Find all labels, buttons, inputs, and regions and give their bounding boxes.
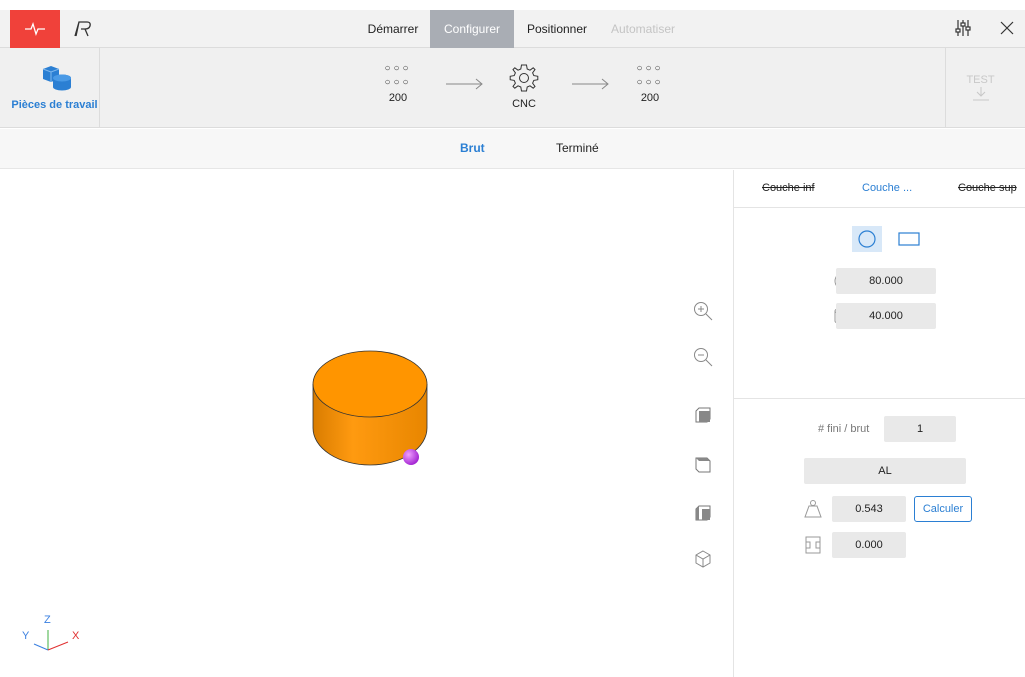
diameter-field[interactable]: 80.000 bbox=[836, 268, 936, 294]
view-top-icon[interactable] bbox=[690, 452, 716, 478]
layer-tabs: Couche inf Couche ... Couche sup bbox=[734, 170, 1025, 208]
weight-field[interactable]: 0.543 bbox=[832, 496, 906, 522]
output-dots-bottom: ○○○ bbox=[636, 77, 664, 88]
arrow-right-icon bbox=[572, 78, 609, 90]
circle-icon bbox=[858, 230, 876, 248]
stock-subtabs: Brut Terminé bbox=[0, 129, 1025, 169]
calculate-button[interactable]: Calculer bbox=[914, 496, 972, 522]
zoom-in-icon[interactable] bbox=[690, 298, 716, 324]
workcell-pipeline: Pièces de travail ○○○ ○○○ 200 CNC ○○○ ○○… bbox=[0, 48, 1025, 128]
input-dots-bottom: ○○○ bbox=[384, 77, 412, 88]
tab-brut[interactable]: Brut bbox=[460, 141, 485, 155]
machine-stage[interactable]: CNC bbox=[494, 62, 554, 110]
input-stage[interactable]: ○○○ ○○○ 200 bbox=[368, 62, 428, 104]
panel-divider bbox=[734, 398, 1025, 399]
sliders-icon[interactable] bbox=[955, 19, 971, 40]
tab-demarrer[interactable]: Démarrer bbox=[356, 10, 430, 48]
count-label: # fini / brut bbox=[818, 423, 870, 435]
layer-top[interactable]: Couche sup bbox=[958, 182, 1017, 194]
tab-termine[interactable]: Terminé bbox=[556, 141, 599, 155]
pulse-button[interactable] bbox=[10, 10, 60, 48]
weight-icon bbox=[802, 498, 824, 520]
view-iso-icon[interactable] bbox=[690, 546, 716, 572]
input-count: 200 bbox=[388, 92, 408, 104]
rectangle-shape-button[interactable] bbox=[894, 226, 924, 252]
tab-positionner[interactable]: Positionner bbox=[514, 10, 600, 48]
layer-bottom[interactable]: Couche inf bbox=[762, 182, 815, 194]
material-select[interactable]: AL bbox=[804, 458, 966, 484]
tab-automatiser: Automatiser bbox=[610, 22, 676, 36]
download-icon bbox=[972, 87, 989, 101]
origin-marker[interactable] bbox=[402, 448, 420, 466]
main-tabs: Démarrer Configurer Positionner Automati… bbox=[356, 10, 686, 48]
stock-properties-panel: Couche inf Couche ... Couche sup 80.000 … bbox=[733, 170, 1025, 677]
axis-z-label: Z bbox=[44, 614, 51, 626]
workpieces-button[interactable]: Pièces de travail bbox=[10, 48, 100, 128]
workpieces-label: Pièces de travail bbox=[11, 99, 98, 111]
machine-label: CNC bbox=[512, 98, 536, 110]
robot-logo-icon[interactable] bbox=[72, 18, 94, 40]
axis-y-label: Y bbox=[22, 630, 30, 642]
axis-triad: Z Y X bbox=[18, 614, 88, 660]
arrow-right-icon bbox=[446, 78, 483, 90]
output-stage[interactable]: ○○○ ○○○ 200 bbox=[620, 62, 680, 104]
top-bar: Démarrer Configurer Positionner Automati… bbox=[0, 10, 1025, 48]
view-front-icon[interactable] bbox=[690, 402, 716, 428]
tab-configurer[interactable]: Configurer bbox=[430, 10, 514, 48]
test-label: TEST bbox=[966, 74, 995, 86]
layer-middle[interactable]: Couche ... bbox=[862, 182, 912, 194]
offset-icon bbox=[802, 534, 824, 556]
output-count: 200 bbox=[640, 92, 660, 104]
circle-shape-button[interactable] bbox=[852, 226, 882, 252]
count-field[interactable]: 1 bbox=[884, 416, 956, 442]
view-side-icon[interactable] bbox=[690, 500, 716, 526]
workpieces-icon bbox=[42, 66, 71, 91]
output-dots-top: ○○○ bbox=[636, 63, 664, 74]
zoom-out-icon[interactable] bbox=[690, 344, 716, 370]
3d-viewport[interactable]: Z Y X bbox=[0, 170, 733, 677]
axis-x-label: X bbox=[72, 630, 80, 642]
rectangle-icon bbox=[898, 232, 920, 246]
offset-field[interactable]: 0.000 bbox=[832, 532, 906, 558]
test-button: TEST bbox=[945, 48, 1015, 128]
gear-icon bbox=[509, 64, 539, 92]
input-dots-top: ○○○ bbox=[384, 63, 412, 74]
close-icon[interactable] bbox=[999, 20, 1015, 39]
pulse-icon bbox=[25, 22, 45, 36]
height-field[interactable]: 40.000 bbox=[836, 303, 936, 329]
